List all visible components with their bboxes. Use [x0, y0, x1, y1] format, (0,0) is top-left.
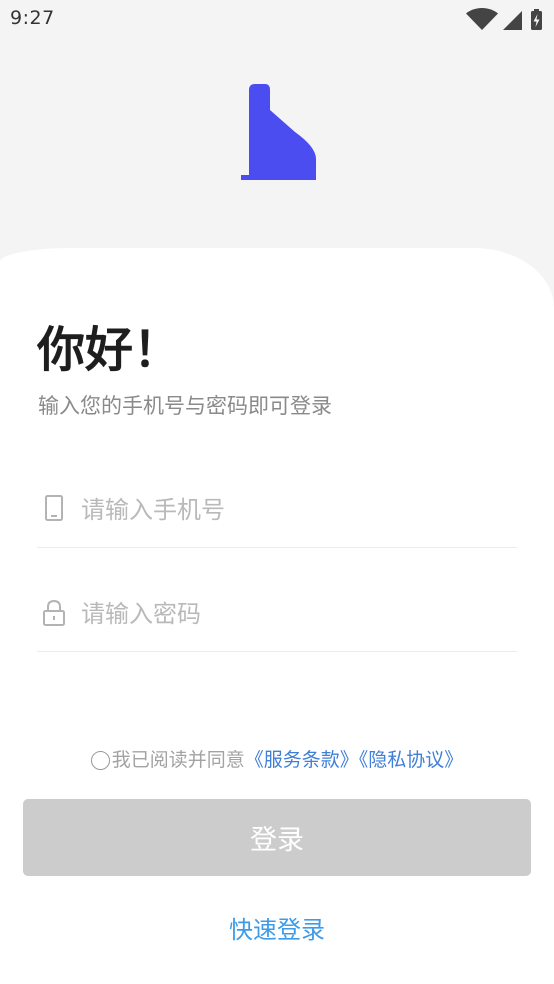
- phone-icon: [45, 495, 63, 521]
- greeting-title: 你好！: [37, 322, 182, 378]
- password-field[interactable]: [37, 584, 517, 652]
- agreement-checkbox[interactable]: [90, 751, 110, 770]
- cellular-signal-icon: [503, 11, 522, 30]
- wifi-icon: [466, 8, 498, 30]
- login-button[interactable]: 登录: [23, 799, 531, 876]
- phone-field[interactable]: [37, 480, 517, 548]
- agreement-text: 我已阅读并同意: [111, 749, 245, 771]
- status-bar: 9:27: [0, 0, 554, 38]
- agreement-row: 我已阅读并同意《服务条款》《隐私协议》: [0, 744, 554, 776]
- quick-login-link[interactable]: 快速登录: [0, 912, 554, 948]
- phone-input[interactable]: [81, 490, 501, 530]
- greeting-subtitle: 输入您的手机号与密码即可登录: [38, 394, 332, 418]
- privacy-policy-link[interactable]: 《隐私协议》: [359, 749, 464, 771]
- password-input[interactable]: [81, 594, 501, 634]
- house-logo-icon: [241, 84, 316, 180]
- terms-of-service-link[interactable]: 《服务条款》: [245, 749, 359, 771]
- lock-icon: [43, 599, 65, 626]
- app-logo: [239, 84, 319, 182]
- status-icons: [466, 7, 546, 31]
- status-time: 9:27: [10, 7, 55, 29]
- battery-charging-icon: [531, 9, 542, 30]
